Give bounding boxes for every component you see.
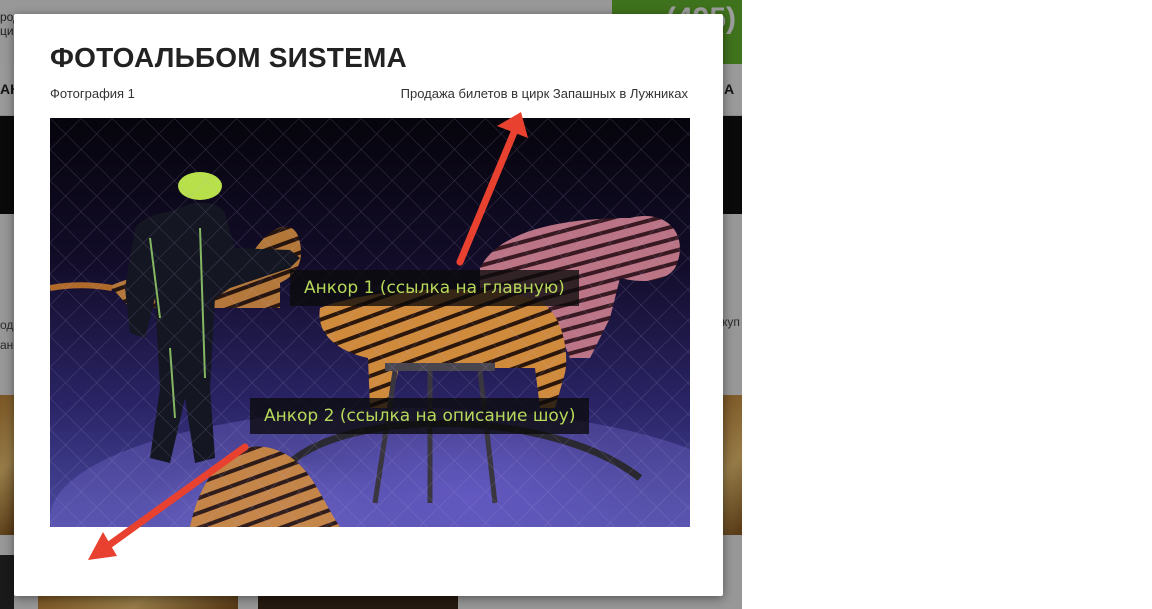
screenshot-stage: род циц (495) АК А ода ан куп ФОТОАЛЬБОМ… — [0, 0, 1152, 609]
anchor-1-annotation: Анкор 1 (ссылка на главную) — [290, 270, 579, 306]
circus-tiger-photo[interactable]: Анкор 1 (ссылка на главную) Анкор 2 (ссы… — [50, 118, 690, 527]
show-description-link[interactable]: Продажа билетов в цирк Запашных в Лужник… — [401, 86, 688, 101]
photo-album-modal: ФОТОАЛЬБОМ SИSTEMA Фотография 1 Продажа … — [14, 14, 723, 596]
anchor-2-annotation: Анкор 2 (ссылка на описание шоу) — [250, 398, 590, 434]
photo-number: Фотография 1 — [50, 86, 135, 101]
photo-illustration — [50, 118, 690, 527]
modal-title: ФОТОАЛЬБОМ SИSTEMA — [50, 42, 407, 73]
